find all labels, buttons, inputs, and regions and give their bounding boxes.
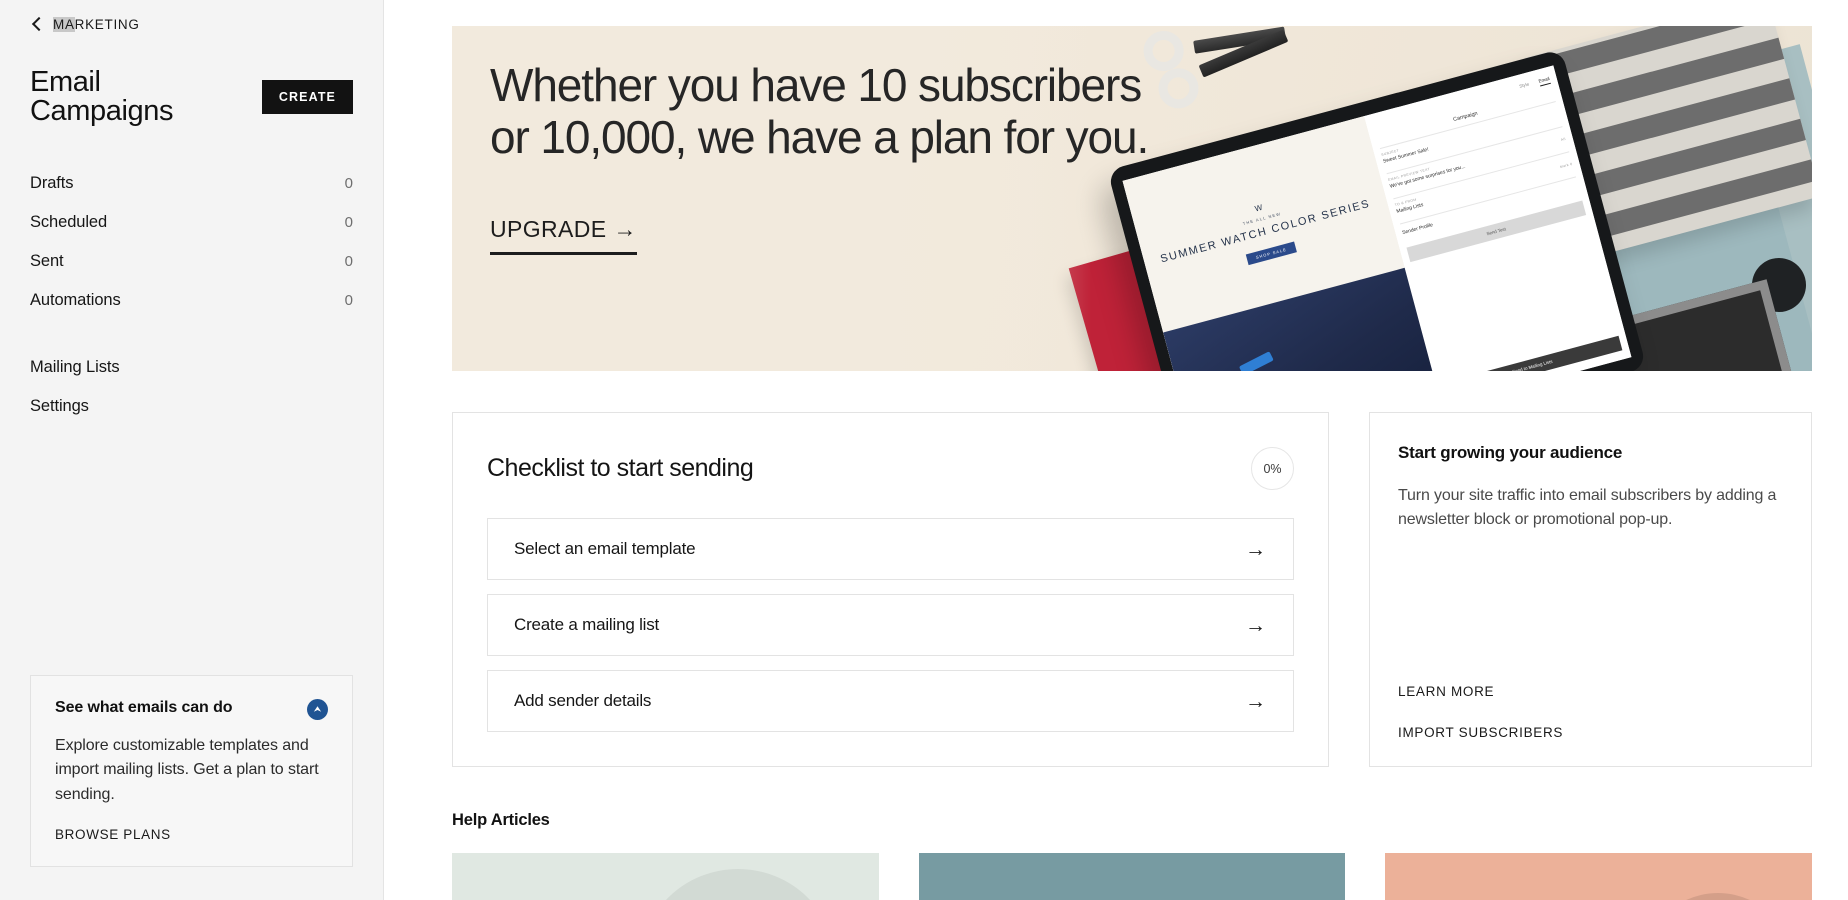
- sidebar-item-label: Automations: [30, 291, 121, 309]
- checklist-item-label: Select an email template: [514, 539, 696, 558]
- sidebar-item-settings[interactable]: Settings: [30, 387, 353, 426]
- help-articles-title: Help Articles: [452, 811, 550, 829]
- sidebar-item-label: Scheduled: [30, 213, 108, 231]
- sidebar-item-count: 0: [344, 253, 353, 270]
- promo-body: Explore customizable templates and impor…: [55, 737, 319, 803]
- sidebar-item-count: 0: [344, 175, 353, 192]
- breadcrumb-rest-text: RKETING: [74, 16, 140, 32]
- breadcrumb[interactable]: MARKETING: [30, 0, 353, 32]
- checklist-progress-ring: 0%: [1251, 447, 1294, 490]
- import-subscribers-link[interactable]: IMPORT SUBSCRIBERS: [1398, 725, 1783, 740]
- create-button[interactable]: CREATE: [261, 80, 353, 114]
- browse-plans-link[interactable]: BROWSE PLANS: [55, 827, 171, 842]
- cards-row: Checklist to start sending 0% Select an …: [452, 412, 1812, 767]
- checklist-card: Checklist to start sending 0% Select an …: [452, 412, 1329, 767]
- sidebar-item-label: Sent: [30, 252, 64, 270]
- upgrade-hero-banner[interactable]: W THE ALL NEW SUMMER WATCH COLOR SERIES …: [452, 26, 1812, 371]
- nav-group-campaigns: Drafts 0 Scheduled 0 Sent 0 Automations …: [30, 164, 353, 320]
- sidebar: MARKETING Email Campaigns CREATE Drafts …: [0, 0, 384, 900]
- chevron-left-icon[interactable]: [30, 17, 44, 31]
- promo-header: See what emails can do: [55, 698, 328, 721]
- help-card-decoration: [1632, 893, 1804, 900]
- breadcrumb-selected-text: MA: [53, 16, 75, 32]
- help-articles-grid: [452, 853, 1813, 900]
- sidebar-header: Email Campaigns CREATE: [30, 68, 353, 126]
- checklist-title: Checklist to start sending: [487, 454, 754, 482]
- audience-links: LEARN MORE IMPORT SUBSCRIBERS: [1398, 684, 1783, 740]
- circle-up-arrow-icon: [307, 699, 328, 721]
- audience-title: Start growing your audience: [1398, 443, 1623, 462]
- nav-group-settings: Mailing Lists Settings: [30, 348, 353, 426]
- promo-card[interactable]: See what emails can do Explore customiza…: [30, 675, 353, 867]
- sidebar-item-label: Settings: [30, 397, 89, 415]
- help-card-decoration: [639, 869, 837, 900]
- checklist-item-add-sender-details[interactable]: Add sender details →: [487, 670, 1294, 732]
- app-root: MARKETING Email Campaigns CREATE Drafts …: [0, 0, 1848, 900]
- upgrade-link-label: UPGRADE: [490, 215, 607, 242]
- help-article-card-2[interactable]: [918, 853, 1346, 900]
- sidebar-item-count: 0: [344, 214, 353, 231]
- learn-more-link[interactable]: LEARN MORE: [1398, 684, 1783, 699]
- arrow-right-icon: →: [1245, 537, 1266, 561]
- hero-headline: Whether you have 10 subscribers or 10,00…: [490, 59, 1149, 163]
- sidebar-item-sent[interactable]: Sent 0: [30, 242, 353, 281]
- hero-copy: Whether you have 10 subscribers or 10,00…: [490, 59, 1150, 255]
- checklist-item-label: Add sender details: [514, 691, 652, 710]
- checklist-header: Checklist to start sending 0%: [487, 447, 1294, 490]
- help-article-card-1[interactable]: [452, 853, 879, 900]
- audience-card: Start growing your audience Turn your si…: [1369, 412, 1812, 767]
- sidebar-item-automations[interactable]: Automations 0: [30, 281, 353, 320]
- sidebar-nav: Drafts 0 Scheduled 0 Sent 0 Automations …: [30, 164, 353, 426]
- checklist-item-label: Create a mailing list: [514, 615, 660, 634]
- promo-title: See what emails can do: [55, 699, 233, 717]
- main-content: W THE ALL NEW SUMMER WATCH COLOR SERIES …: [384, 0, 1848, 900]
- sidebar-item-mailing-lists[interactable]: Mailing Lists: [30, 348, 353, 387]
- help-article-card-3[interactable]: [1385, 853, 1813, 900]
- checklist-item-create-mailing-list[interactable]: Create a mailing list →: [487, 594, 1294, 656]
- arrow-right-icon: →: [1245, 613, 1266, 637]
- arrow-right-icon: →: [613, 215, 637, 242]
- breadcrumb-label: MARKETING: [53, 16, 140, 32]
- upgrade-link[interactable]: UPGRADE →: [490, 216, 637, 255]
- sidebar-item-drafts[interactable]: Drafts 0: [30, 164, 353, 203]
- checklist-items: Select an email template → Create a mail…: [487, 518, 1294, 732]
- arrow-right-icon: →: [1245, 689, 1266, 713]
- sidebar-item-scheduled[interactable]: Scheduled 0: [30, 203, 353, 242]
- checklist-item-select-template[interactable]: Select an email template →: [487, 518, 1294, 580]
- page-title: Email Campaigns: [30, 66, 174, 127]
- sidebar-item-label: Drafts: [30, 174, 74, 192]
- audience-body: Turn your site traffic into email subscr…: [1398, 487, 1777, 529]
- sidebar-item-count: 0: [344, 292, 353, 309]
- sidebar-item-label: Mailing Lists: [30, 358, 120, 376]
